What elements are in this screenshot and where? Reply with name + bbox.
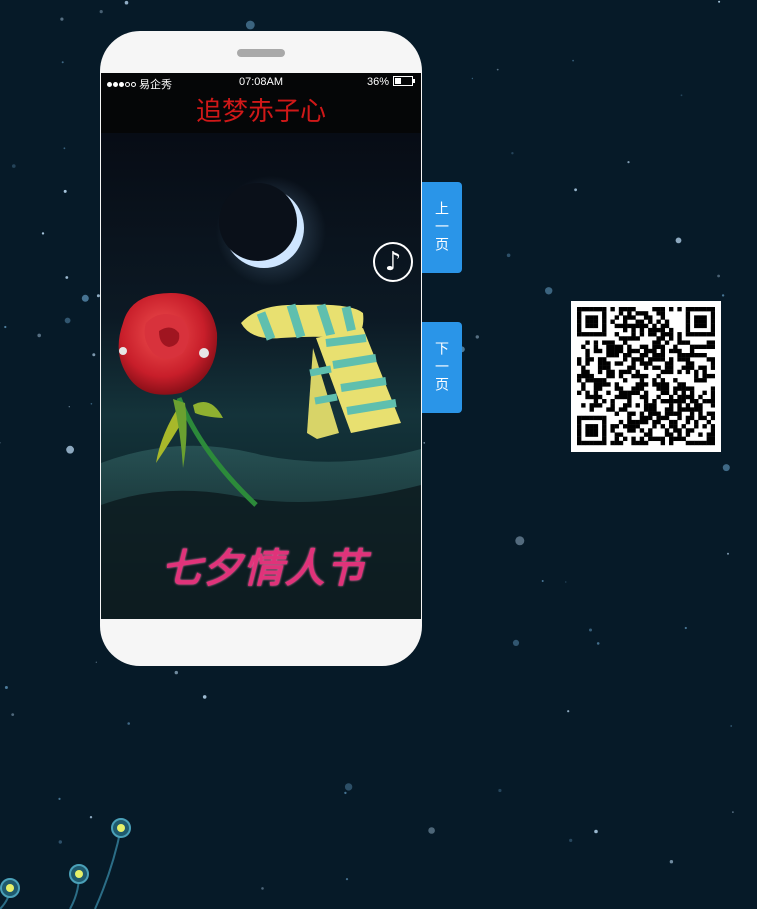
battery-percent: 36% — [366, 76, 389, 88]
music-toggle-button[interactable]: ♪ — [373, 242, 413, 282]
page-title: 追梦赤子心 — [195, 97, 326, 127]
battery-icon — [393, 76, 415, 86]
next-page-label: 下一页 — [434, 340, 450, 395]
qr-code — [571, 301, 721, 452]
festival-logo: 七夕情人节 — [161, 545, 367, 592]
scarf-icon — [241, 303, 401, 439]
crescent-moon-icon — [216, 176, 326, 286]
scene-illustration: ♪ 七夕情人节 — [101, 133, 421, 619]
phone-speaker — [237, 49, 285, 57]
prev-page-label: 上一页 — [434, 200, 450, 255]
music-note-icon: ♪ — [384, 247, 402, 277]
battery-status: 36% — [366, 76, 415, 88]
next-page-button[interactable]: 下一页 — [422, 322, 462, 413]
phone-frame: 易企秀 07:08AM 36% 追梦赤子心 ♪ 七夕情人节 — [100, 31, 422, 666]
qr-code-icon — [577, 307, 715, 446]
phone-screen: 易企秀 07:08AM 36% 追梦赤子心 ♪ 七夕情人节 — [101, 73, 421, 619]
status-bar: 易企秀 07:08AM 36% — [101, 73, 421, 93]
prev-page-button[interactable]: 上一页 — [422, 182, 462, 273]
